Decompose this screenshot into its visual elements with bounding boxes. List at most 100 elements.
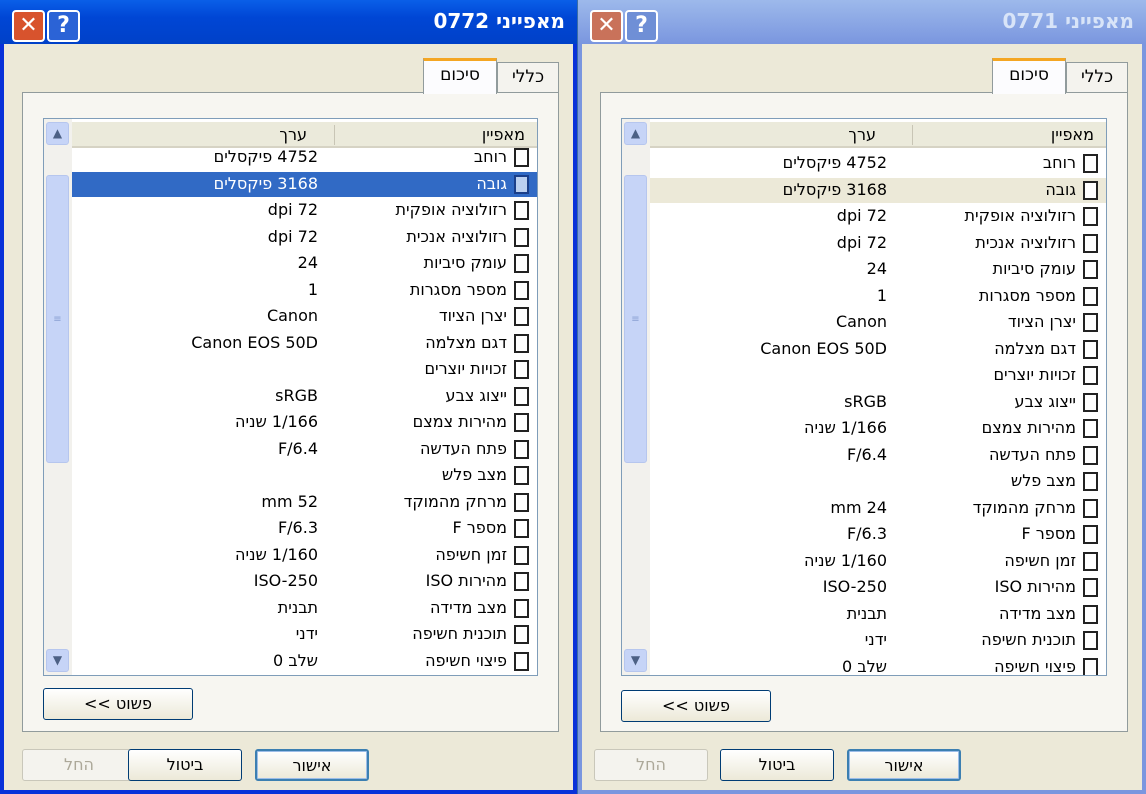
tab-strip: כללי סיכום (988, 58, 1128, 94)
column-header-property[interactable]: מאפיין (482, 125, 525, 144)
table-row[interactable]: עומק סיביות 24 (650, 257, 1106, 282)
title-bar[interactable]: מאפייני 0772 ✕ ? (0, 0, 577, 44)
scroll-up-button[interactable]: ▲ (46, 122, 69, 145)
document-icon (514, 201, 529, 220)
document-icon (1083, 233, 1098, 253)
property-name: יצרן הציוד (438, 306, 507, 325)
property-name: גובה (1045, 179, 1076, 199)
scroll-thumb[interactable]: ≡ (624, 175, 647, 463)
table-row[interactable]: גובה 3168 פיקסלים (72, 171, 537, 197)
table-row[interactable]: מצב מדידה תבנית (72, 596, 537, 621)
property-name: מספר F (1021, 524, 1076, 543)
property-name: דגם מצלמה (425, 332, 507, 352)
table-row[interactable]: רוחב 4752 פיקסלים (650, 151, 1106, 176)
table-row[interactable]: רוחב 4752 פיקסלים (72, 145, 537, 170)
document-icon (514, 227, 529, 247)
table-row[interactable]: ייצוג צבע sRGB (650, 390, 1106, 415)
property-value: ידני (295, 624, 318, 643)
close-button[interactable]: ✕ (12, 10, 45, 42)
scroll-down-button[interactable]: ▼ (624, 649, 647, 672)
table-row[interactable]: גובה 3168 פיקסלים (650, 177, 1106, 203)
document-icon (514, 413, 529, 432)
ok-button[interactable]: אישור (847, 749, 961, 781)
table-row[interactable]: רזולוציה אופקית 72 dpi (72, 198, 537, 223)
table-row[interactable]: מספר F F/6.3 (650, 522, 1106, 547)
column-header-property[interactable]: מאפיין (1051, 125, 1094, 144)
tab-summary[interactable]: סיכום (992, 58, 1066, 94)
document-icon (514, 280, 529, 300)
summary-panel: מאפיין ערך רוחב 4752 פיקסלים גובה 3168 פ… (600, 92, 1128, 732)
tab-general[interactable]: כללי (1066, 62, 1128, 92)
property-value: 3168 פיקסלים (213, 173, 318, 193)
column-divider[interactable] (334, 125, 335, 145)
scroll-thumb[interactable]: ≡ (46, 175, 69, 463)
scroll-down-button[interactable]: ▼ (46, 649, 69, 672)
property-value: 72 dpi (836, 206, 887, 225)
table-row[interactable]: זכויות יוצרים (72, 357, 537, 382)
column-header-value[interactable]: ערך (279, 125, 307, 144)
table-row[interactable]: דגם מצלמה Canon EOS 50D (650, 337, 1106, 362)
table-row[interactable]: מהירות צמצם 1/166 שניה (72, 410, 537, 435)
table-row[interactable]: זמן חשיפה 1/160 שניה (650, 549, 1106, 574)
document-icon (514, 598, 529, 618)
table-row[interactable]: תוכנית חשיפה ידני (72, 622, 537, 647)
property-name: רוחב (473, 147, 507, 166)
tab-summary[interactable]: סיכום (423, 58, 497, 94)
table-row[interactable]: מהירות ISO ISO-250 (72, 569, 537, 594)
property-name: מצב פלש (441, 465, 507, 484)
simple-button[interactable]: << פשוט (43, 688, 193, 720)
help-button[interactable]: ? (625, 10, 658, 42)
column-header-value[interactable]: ערך (848, 125, 876, 144)
cancel-button[interactable]: ביטול (128, 749, 242, 781)
vertical-scrollbar[interactable]: ▲ ≡ ▼ (622, 119, 650, 675)
apply-button[interactable]: החל (22, 749, 136, 781)
table-row[interactable]: יצרן הציוד Canon (650, 310, 1106, 335)
table-row[interactable]: רזולוציה אנכית 72 dpi (72, 225, 537, 250)
table-row[interactable]: מרחק מהמוקד 24 mm (650, 496, 1106, 521)
table-row[interactable]: זכויות יוצרים (650, 363, 1106, 388)
table-row[interactable]: רזולוציה אופקית 72 dpi (650, 204, 1106, 229)
property-value: 72 dpi (267, 200, 318, 219)
table-row[interactable]: יצרן הציוד Canon (72, 304, 537, 329)
table-row[interactable]: מספר מסגרות 1 (650, 284, 1106, 309)
document-icon (1083, 392, 1098, 412)
cancel-button[interactable]: ביטול (720, 749, 834, 781)
table-row[interactable]: מספר F F/6.3 (72, 516, 537, 541)
ok-button[interactable]: אישור (255, 749, 369, 781)
document-icon (1083, 313, 1098, 332)
tab-general[interactable]: כללי (497, 62, 559, 92)
property-value: sRGB (275, 385, 318, 405)
close-button[interactable]: ✕ (590, 10, 623, 42)
column-divider[interactable] (912, 125, 913, 145)
table-row[interactable]: פיצוי חשיפה שלב 0 (650, 655, 1106, 675)
help-button[interactable]: ? (47, 10, 80, 42)
table-row[interactable]: מהירות צמצם 1/166 שניה (650, 416, 1106, 441)
table-row[interactable]: דגם מצלמה Canon EOS 50D (72, 331, 537, 356)
table-row[interactable]: ייצוג צבע sRGB (72, 384, 537, 409)
scroll-up-button[interactable]: ▲ (624, 122, 647, 145)
table-row[interactable]: זמן חשיפה 1/160 שניה (72, 543, 537, 568)
chevron-up-icon: ▲ (52, 126, 63, 140)
property-name: זמן חשיפה (435, 544, 507, 564)
table-row[interactable]: פיצוי חשיפה שלב 0 (72, 649, 537, 674)
property-name: ייצוג צבע (1014, 391, 1076, 411)
apply-button[interactable]: החל (594, 749, 708, 781)
simple-button[interactable]: << פשוט (621, 690, 771, 722)
table-row[interactable]: פתח העדשה F/6.4 (650, 443, 1106, 468)
table-row[interactable]: תוכנית חשיפה ידני (650, 628, 1106, 653)
property-list[interactable]: מאפיין ערך רוחב 4752 פיקסלים גובה 3168 פ… (43, 118, 538, 676)
table-row[interactable]: פתח העדשה F/6.4 (72, 437, 537, 462)
table-row[interactable]: מצב פלש (72, 463, 537, 488)
property-name: תוכנית חשיפה (412, 624, 507, 643)
table-row[interactable]: מצב פלש (650, 469, 1106, 494)
property-name: מספר F (452, 518, 507, 537)
table-row[interactable]: מספר מסגרות 1 (72, 278, 537, 303)
table-row[interactable]: מרחק מהמוקד 52 mm (72, 490, 537, 515)
table-row[interactable]: מצב מדידה תבנית (650, 602, 1106, 627)
table-row[interactable]: מהירות ISO ISO-250 (650, 575, 1106, 600)
table-row[interactable]: רזולוציה אנכית 72 dpi (650, 231, 1106, 256)
table-row[interactable]: עומק סיביות 24 (72, 251, 537, 276)
title-bar[interactable]: מאפייני 0771 ✕ ? (578, 0, 1146, 44)
vertical-scrollbar[interactable]: ▲ ≡ ▼ (44, 119, 72, 675)
property-list[interactable]: מאפיין ערך רוחב 4752 פיקסלים גובה 3168 פ… (621, 118, 1107, 676)
